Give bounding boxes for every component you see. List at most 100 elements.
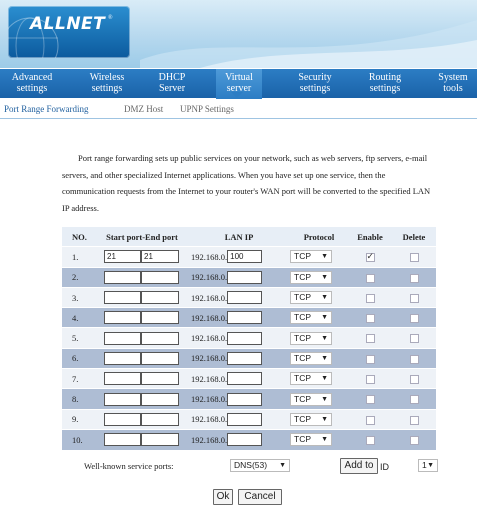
delete-checkbox[interactable] [409, 395, 419, 405]
protocol-cell: TCP ▼ [290, 368, 348, 389]
id-select[interactable]: 1 ▼ [418, 459, 438, 472]
start-port-input[interactable] [104, 433, 141, 447]
header-delete: Delete [392, 225, 436, 247]
lan-ip-last-octet-input[interactable] [227, 351, 263, 365]
enable-checkbox[interactable] [365, 436, 375, 446]
start-port-input[interactable] [104, 270, 141, 284]
well-known-selected: DNS(53) [234, 460, 268, 470]
well-known-service-select[interactable]: DNS(53) ▼ [230, 459, 290, 472]
port-cell [96, 388, 188, 410]
start-port-input[interactable]: 21 [104, 250, 141, 264]
end-port-input[interactable]: 21 [141, 250, 179, 264]
delete-cell [392, 388, 436, 410]
start-port-input[interactable] [104, 311, 141, 325]
protocol-cell: TCP ▼ [290, 286, 348, 308]
protocol-select[interactable]: TCP ▼ [290, 372, 332, 386]
start-port-input[interactable] [104, 291, 141, 305]
end-port-input[interactable] [141, 311, 179, 325]
table-row: 2. 192.168.0. TCP ▼ [62, 266, 436, 288]
delete-checkbox[interactable] [409, 314, 419, 324]
nav-advanced-settings[interactable]: Advanced settings [6, 69, 58, 99]
cancel-button[interactable]: Cancel [238, 489, 282, 505]
nav-wireless-settings[interactable]: Wireless settings [82, 69, 132, 99]
nav-security-settings[interactable]: Security settings [290, 69, 340, 99]
delete-checkbox[interactable] [409, 375, 419, 384]
delete-checkbox[interactable] [409, 415, 419, 425]
lan-ip-last-octet-input[interactable] [227, 433, 263, 447]
protocol-select[interactable]: TCP ▼ [290, 392, 332, 406]
enable-checkbox[interactable] [365, 354, 375, 364]
lan-ip-cell: 192.168.0. [188, 266, 290, 288]
delete-checkbox[interactable] [409, 334, 419, 344]
protocol-select[interactable]: TCP ▼ [290, 331, 332, 345]
lan-ip-last-octet-input[interactable] [227, 372, 263, 386]
protocol-select[interactable]: TCP ▼ [290, 291, 332, 305]
port-cell: 21 21 [96, 246, 188, 268]
protocol-select[interactable]: TCP ▼ [290, 412, 332, 426]
protocol-select[interactable]: TCP ▼ [290, 270, 332, 284]
lan-ip-last-octet-input[interactable] [227, 311, 263, 325]
lan-ip-last-octet-input[interactable] [227, 412, 263, 426]
enable-checkbox[interactable] [365, 375, 375, 384]
start-port-input[interactable] [104, 351, 141, 365]
protocol-select[interactable]: TCP ▼ [290, 311, 332, 325]
nav-label-line2: settings [369, 83, 401, 94]
delete-cell [392, 428, 436, 450]
end-port-input[interactable] [141, 291, 179, 305]
nav-routing-settings[interactable]: Routing settings [360, 69, 410, 99]
delete-checkbox[interactable] [409, 436, 419, 446]
delete-cell [392, 286, 436, 308]
lan-ip-last-octet-input[interactable] [227, 270, 263, 284]
start-port-input[interactable] [104, 331, 141, 345]
brand-name: ALLNET [30, 14, 106, 34]
enable-checkbox[interactable] [365, 395, 375, 405]
ok-button[interactable]: Ok [213, 489, 233, 505]
lan-ip-last-octet-input[interactable] [227, 392, 263, 406]
delete-checkbox[interactable] [409, 273, 419, 283]
end-port-input[interactable] [141, 412, 179, 426]
enable-cell [348, 266, 392, 288]
delete-checkbox[interactable] [409, 293, 419, 303]
protocol-cell: TCP ▼ [290, 307, 348, 328]
add-to-button[interactable]: Add to [340, 458, 378, 474]
chevron-down-icon: ▼ [321, 273, 328, 281]
tab-upnp-settings[interactable]: UPNP Settings [180, 104, 234, 114]
nav-label-line1: Routing [368, 72, 402, 83]
end-port-input[interactable] [141, 433, 179, 447]
nav-dhcp-server[interactable]: DHCP Server [150, 69, 194, 99]
port-cell [96, 408, 188, 430]
end-port-input[interactable] [141, 331, 179, 345]
row-number: 6. [62, 347, 96, 369]
end-port-input[interactable] [141, 351, 179, 365]
lan-ip-last-octet-input[interactable]: 100 [227, 250, 263, 264]
enable-checkbox[interactable] [365, 415, 375, 425]
end-port-input[interactable] [141, 270, 179, 284]
nav-label-line2: settings [16, 83, 48, 94]
well-known-ports-row: Well-known service ports: DNS(53) ▼ Add … [62, 457, 438, 475]
enable-checkbox[interactable] [365, 273, 375, 283]
tab-port-range-forwarding[interactable]: Port Range Forwarding [4, 104, 89, 114]
protocol-select[interactable]: TCP ▼ [290, 250, 332, 264]
enable-cell [348, 368, 392, 389]
end-port-input[interactable] [141, 392, 179, 406]
enable-checkbox[interactable] [365, 334, 375, 344]
protocol-select[interactable]: TCP ▼ [290, 351, 332, 365]
enable-checkbox[interactable] [365, 314, 375, 324]
start-port-input[interactable] [104, 372, 141, 386]
delete-checkbox[interactable] [409, 253, 419, 263]
enable-checkbox[interactable] [365, 293, 375, 303]
start-port-input[interactable] [104, 412, 141, 426]
sub-tabs: Port Range Forwarding DMZ Host UPNP Sett… [0, 99, 477, 119]
enable-checkbox[interactable] [365, 251, 375, 263]
tab-dmz-host[interactable]: DMZ Host [124, 104, 163, 114]
lan-ip-last-octet-input[interactable] [227, 331, 263, 345]
protocol-selected: TCP [294, 413, 311, 424]
end-port-input[interactable] [141, 372, 179, 386]
nav-system-tools[interactable]: System tools [432, 69, 474, 99]
port-cell [96, 286, 188, 308]
protocol-select[interactable]: TCP ▼ [290, 433, 332, 447]
start-port-input[interactable] [104, 392, 141, 406]
enable-cell [348, 327, 392, 349]
lan-ip-last-octet-input[interactable] [227, 291, 263, 305]
delete-checkbox[interactable] [409, 354, 419, 364]
